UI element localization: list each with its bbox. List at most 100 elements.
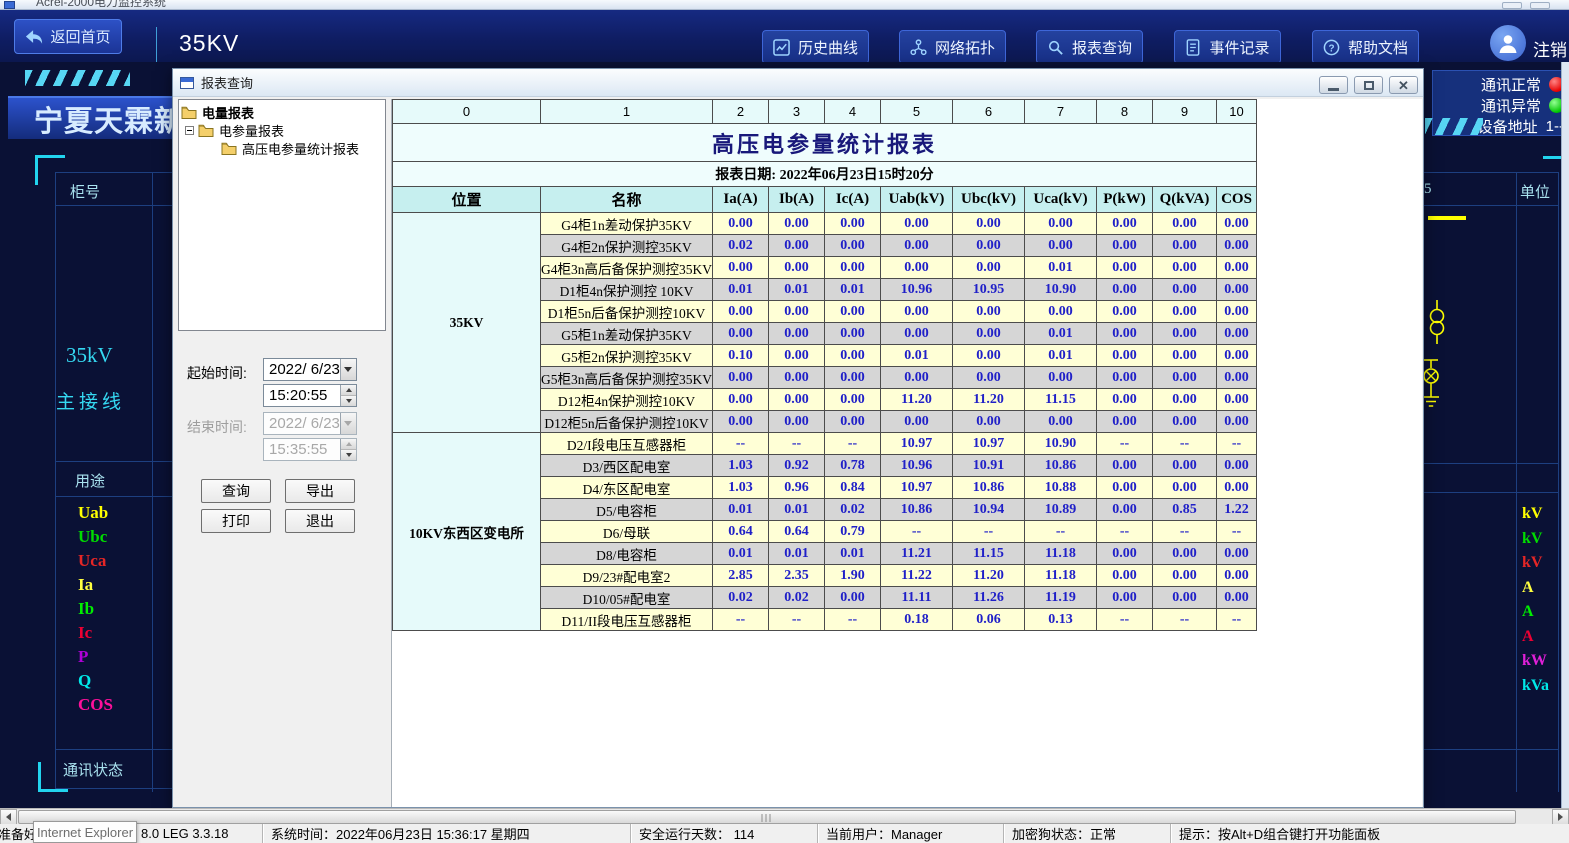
value-cell: 11.19	[1025, 587, 1097, 609]
export-button[interactable]: 导出	[285, 479, 355, 503]
column-header-cell: COS	[1217, 187, 1257, 213]
grid-line	[55, 749, 172, 750]
maximize-icon	[1364, 81, 1374, 90]
tree-collapse-icon[interactable]	[185, 126, 194, 135]
tree-item-category[interactable]: 电参量报表	[181, 121, 383, 139]
dialog-maximize-button[interactable]	[1354, 76, 1383, 94]
logout-button[interactable]: 注销	[1533, 36, 1567, 61]
dialog-minimize-button[interactable]	[1319, 76, 1348, 94]
value-cell: 0.00	[1217, 565, 1257, 587]
comm-fail-label: 通讯异常	[1481, 95, 1541, 116]
grid-line	[55, 172, 56, 792]
value-cell: 0.01	[769, 279, 825, 301]
value-cell: 11.20	[953, 565, 1025, 587]
value-cell: 0.00	[1097, 499, 1153, 521]
value-cell: 0.00	[713, 389, 769, 411]
value-cell: 0.00	[825, 257, 881, 279]
nav-report-query-label: 报表查询	[1072, 37, 1132, 58]
table-row: 报表日期: 2022年06月23日15时20分	[393, 162, 1257, 187]
unit-label: A	[1522, 628, 1549, 653]
nav-report-query-button[interactable]: 报表查询	[1036, 30, 1143, 64]
start-date-dropdown-icon[interactable]	[340, 359, 356, 380]
nav-event-record-button[interactable]: 事件记录	[1174, 30, 1281, 64]
value-cell: 0.00	[1097, 389, 1153, 411]
os-maximize-button[interactable]	[1530, 2, 1550, 9]
unit-label: A	[1522, 603, 1549, 628]
value-cell: 0.00	[1025, 213, 1097, 235]
busbar-symbol	[1428, 216, 1466, 220]
dialog-titlebar[interactable]: 报表查询 ✕	[173, 69, 1423, 97]
value-cell: --	[769, 609, 825, 631]
report-query-dialog: 报表查询 ✕ 电量报表 电参量报表	[172, 68, 1424, 808]
scroll-right-button[interactable]	[1552, 809, 1569, 825]
value-cell: 0.00	[881, 411, 953, 433]
value-cell: 0.64	[713, 521, 769, 543]
start-date-combo[interactable]: 2022/ 6/23	[263, 358, 357, 381]
value-cell: 0.01	[825, 279, 881, 301]
os-minimize-button[interactable]	[1502, 2, 1522, 9]
value-cell: 0.00	[713, 301, 769, 323]
value-cell: 10.97	[881, 477, 953, 499]
report-grid-panel: 012345678910高压电参量统计报表报表日期: 2022年06月23日15…	[391, 99, 1422, 807]
column-number-cell: 4	[825, 100, 881, 124]
spin-down-icon[interactable]	[341, 396, 356, 406]
value-cell: 0.00	[769, 235, 825, 257]
signal-label: Ubc	[78, 527, 113, 551]
column-header-cell: Uca(kV)	[1025, 187, 1097, 213]
value-cell: 0.00	[769, 411, 825, 433]
value-cell: 0.02	[825, 499, 881, 521]
value-cell: 10.94	[953, 499, 1025, 521]
grid-line	[1516, 172, 1517, 792]
value-cell: 0.00	[1025, 411, 1097, 433]
value-cell: 2.35	[769, 565, 825, 587]
cabinet-column-header: 柜号	[70, 181, 100, 202]
end-time-label: 结束时间:	[187, 417, 247, 437]
start-time-label: 起始时间:	[187, 363, 247, 383]
tree-item-report-label: 高压电参量统计报表	[242, 139, 359, 158]
value-cell: 0.00	[1097, 367, 1153, 389]
value-cell: --	[825, 609, 881, 631]
query-button[interactable]: 查询	[201, 479, 271, 503]
location-group-cell: 10KV东西区变电所	[393, 433, 541, 631]
value-cell: 0.00	[713, 323, 769, 345]
vertical-scrollbar[interactable]	[1561, 62, 1569, 808]
print-button[interactable]: 打印	[201, 509, 271, 533]
unit-legend: kVkVkVAAAkWkVa	[1522, 505, 1549, 701]
folder-icon	[181, 106, 197, 119]
value-cell: 1.03	[713, 477, 769, 499]
start-time-spinner[interactable]: 15:20:55	[263, 384, 357, 407]
column-number-cell: 7	[1025, 100, 1097, 124]
tree-item-report[interactable]: 高压电参量统计报表	[181, 139, 383, 157]
value-cell: 0.00	[713, 213, 769, 235]
device-name-cell: D9/23#配电室2	[541, 565, 713, 587]
exit-button[interactable]: 退出	[285, 509, 355, 533]
value-cell: 0.00	[1097, 279, 1153, 301]
value-cell: 0.00	[881, 257, 953, 279]
value-cell: 0.00	[953, 323, 1025, 345]
value-cell: 1.22	[1217, 499, 1257, 521]
grid-line	[152, 172, 153, 792]
scrollbar-thumb[interactable]	[18, 810, 1516, 824]
dialog-close-button[interactable]: ✕	[1389, 76, 1418, 94]
value-cell: 11.15	[1025, 389, 1097, 411]
column-number-cell: 1	[541, 100, 713, 124]
device-name-cell: D12柜5n后备保护测控10KV	[541, 411, 713, 433]
comm-ok-label: 通讯正常	[1481, 74, 1541, 95]
nav-history-curve-button[interactable]: 历史曲线	[762, 30, 869, 64]
value-cell: 0.00	[769, 323, 825, 345]
horizontal-scrollbar[interactable]	[0, 808, 1569, 824]
back-home-button[interactable]: 返回首页	[14, 19, 122, 54]
report-table: 012345678910高压电参量统计报表报表日期: 2022年06月23日15…	[392, 99, 1257, 631]
value-cell: 11.20	[881, 389, 953, 411]
user-avatar[interactable]	[1490, 25, 1526, 61]
nav-network-topology-button[interactable]: 网络拓扑	[899, 30, 1006, 64]
scroll-left-button[interactable]	[0, 809, 17, 825]
spin-up-icon[interactable]	[341, 385, 356, 396]
tree-item-root[interactable]: 电量报表	[181, 103, 383, 121]
value-cell: 0.00	[1097, 565, 1153, 587]
nav-help-doc-button[interactable]: ? 帮助文档	[1312, 30, 1419, 64]
start-time-steppers[interactable]	[340, 385, 356, 406]
value-cell: 0.00	[1025, 367, 1097, 389]
value-cell: --	[1097, 609, 1153, 631]
value-cell: 10.86	[881, 499, 953, 521]
